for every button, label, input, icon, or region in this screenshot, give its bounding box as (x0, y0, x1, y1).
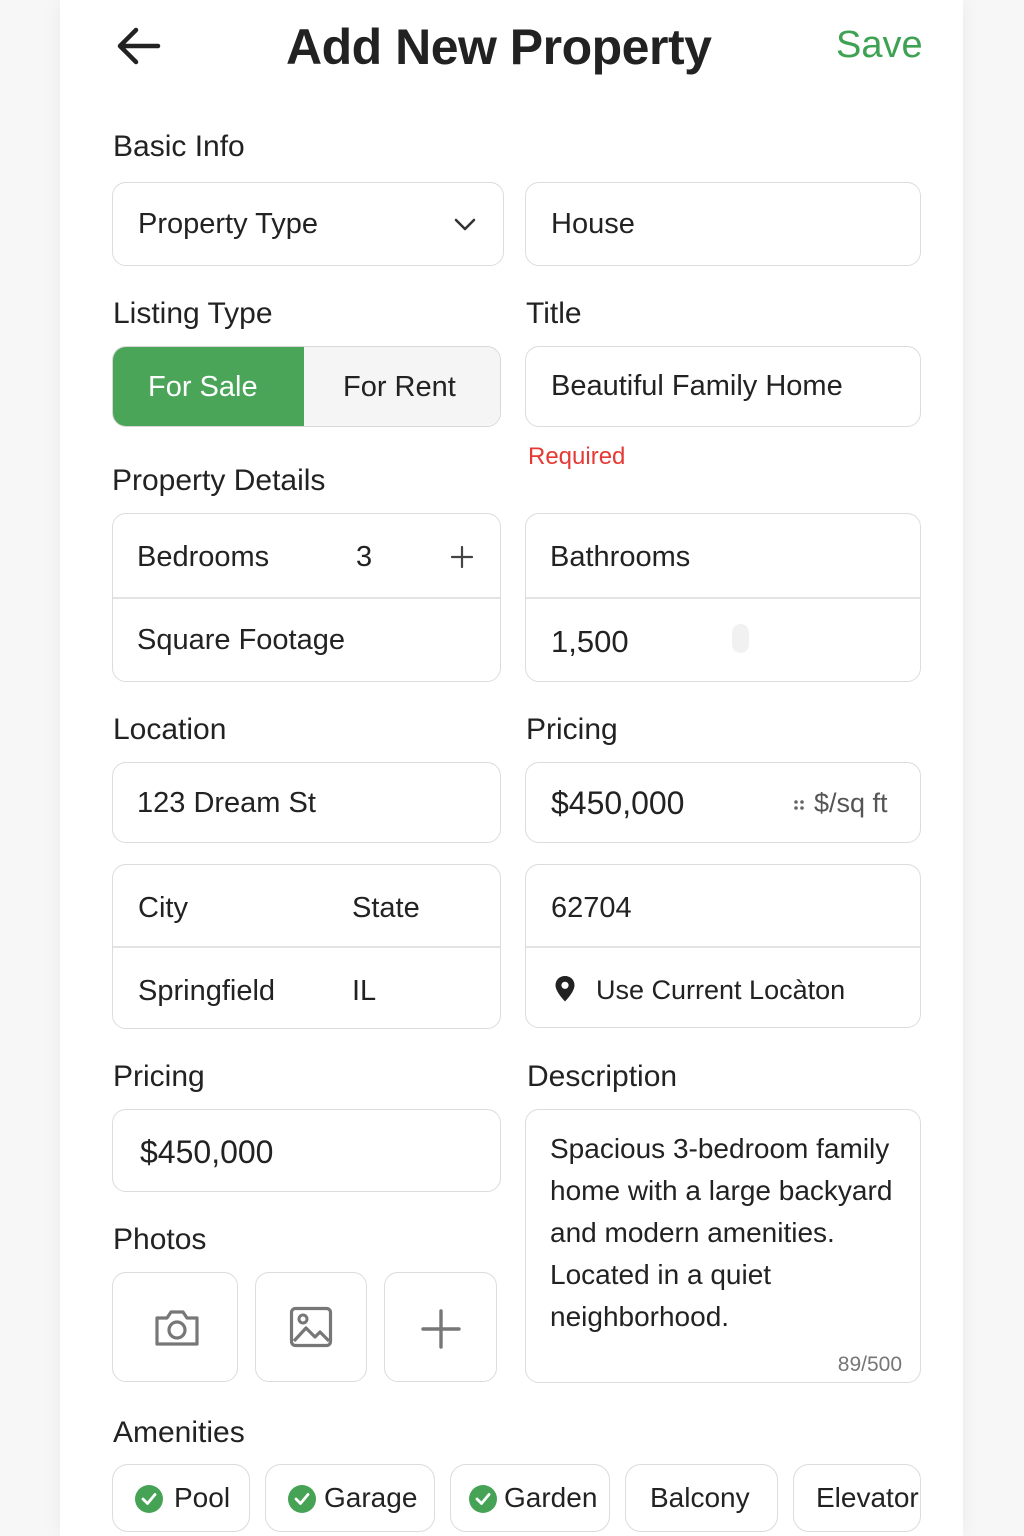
state-label: State (352, 892, 420, 924)
title-error-text: Required (528, 443, 626, 470)
street-value: 123 Dream St (137, 787, 316, 819)
bedrooms-plus-icon[interactable] (451, 546, 473, 568)
square-footage-label: Square Footage (137, 624, 345, 656)
details-divider (113, 597, 500, 599)
amenity-chip-elevator[interactable]: Elevator (793, 1464, 921, 1532)
amenity-chip-garden[interactable]: Garden (450, 1464, 610, 1532)
city-value[interactable]: Springfield (138, 975, 275, 1008)
city-state-divider (113, 946, 500, 948)
details-divider (526, 597, 920, 599)
property-type-value-field[interactable]: House (525, 182, 921, 266)
input-cursor-blob (732, 624, 749, 653)
listing-type-toggle: For Sale For Rent (112, 346, 501, 427)
save-button[interactable]: Save (836, 24, 923, 67)
check-icon (288, 1485, 316, 1513)
street-input[interactable]: 123 Dream St (112, 762, 501, 843)
section-heading-location: Location (113, 713, 227, 746)
for-rent-option[interactable]: For Rent (304, 347, 500, 426)
property-details-right-card: Bathrooms 1,500 (525, 513, 921, 682)
chevron-down-icon (454, 218, 476, 231)
check-icon (469, 1485, 497, 1513)
state-value[interactable]: IL (352, 975, 376, 1008)
section-heading-amenities: Amenities (113, 1416, 245, 1449)
section-heading-property-details: Property Details (112, 464, 326, 497)
property-type-label: Property Type (138, 208, 319, 240)
zip-divider (526, 946, 920, 948)
back-button[interactable] (112, 22, 164, 70)
page-title: Add New Property (286, 19, 712, 75)
description-counter: 89/500 (837, 1353, 902, 1376)
price-value: $450,000 (551, 785, 685, 821)
use-current-location-label: Use Current Locàton (596, 975, 846, 1005)
amenity-label: Elevator (816, 1482, 919, 1513)
check-icon (135, 1485, 163, 1513)
amenity-label: Pool (174, 1482, 231, 1513)
property-type-select[interactable]: Property Type (112, 182, 504, 266)
section-heading-description: Description (527, 1060, 678, 1093)
title-input[interactable]: Beautiful Family Home (525, 346, 921, 427)
section-heading-title: Title (526, 297, 582, 330)
use-current-location-button[interactable]: Use Current Locàton (550, 965, 900, 1015)
gallery-button[interactable] (255, 1272, 367, 1382)
zip-location-card: 62704 Use Current Locàton (525, 864, 921, 1028)
description-text: Spacious 3-bedroom family home with a la… (550, 1133, 893, 1332)
description-textarea[interactable]: Spacious 3-bedroom family home with a la… (525, 1109, 921, 1383)
price-input-2[interactable]: $450,000 (112, 1109, 501, 1192)
amenity-label: Garage (324, 1482, 418, 1513)
property-details-left-card: Bedrooms 3 Square Footage (112, 513, 501, 682)
amenity-label: Balcony (650, 1482, 750, 1513)
bedrooms-value[interactable]: 3 (356, 541, 372, 574)
property-type-value: House (551, 208, 635, 240)
amenity-chip-pool[interactable]: Pool (112, 1464, 250, 1532)
bedrooms-label: Bedrooms (137, 541, 270, 573)
plus-icon (421, 1309, 461, 1349)
for-sale-option[interactable]: For Sale (113, 347, 304, 426)
back-arrow-icon (117, 27, 161, 65)
section-heading-pricing-2: Pricing (113, 1060, 205, 1093)
city-label: City (138, 892, 188, 924)
for-rent-label: For Rent (343, 371, 456, 403)
section-heading-photos: Photos (113, 1223, 207, 1256)
map-pin-icon (555, 976, 575, 1002)
price-unit-label[interactable]: $/sq ft (814, 788, 888, 819)
add-photo-button[interactable] (384, 1272, 497, 1382)
title-value: Beautiful Family Home (551, 370, 843, 402)
drag-handle-icon (794, 800, 804, 810)
amenity-chip-garage[interactable]: Garage (265, 1464, 435, 1532)
price-input[interactable]: $450,000 $/sq ft (525, 762, 921, 843)
section-heading-listing-type: Listing Type (113, 297, 273, 330)
image-icon (289, 1306, 333, 1348)
zip-value[interactable]: 62704 (551, 892, 632, 925)
section-heading-basic-info: Basic Info (113, 130, 245, 163)
section-heading-pricing: Pricing (526, 713, 618, 746)
amenity-label: Garden (504, 1482, 598, 1513)
bathrooms-label[interactable]: Bathrooms (550, 541, 690, 574)
take-photo-button[interactable] (112, 1272, 238, 1382)
for-sale-label: For Sale (148, 371, 258, 403)
city-state-card: City State Springfield IL (112, 864, 501, 1029)
camera-icon (155, 1310, 199, 1346)
square-footage-value[interactable]: 1,500 (551, 624, 629, 660)
amenity-chip-balcony[interactable]: Balcony (625, 1464, 778, 1532)
price-value-2: $450,000 (140, 1134, 274, 1170)
